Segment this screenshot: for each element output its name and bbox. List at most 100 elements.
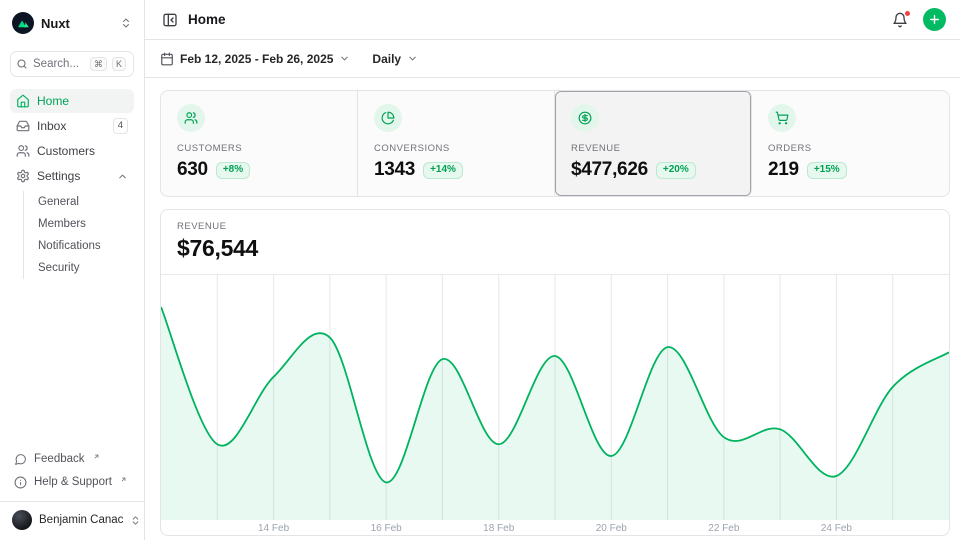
chevrons-up-down-icon [130,515,141,526]
sub-item-label: Notifications [38,240,101,252]
stat-card-revenue[interactable]: REVENUE $477,626 +20% [555,91,752,196]
notifications-button[interactable] [890,10,910,30]
chart-metric-label: REVENUE [177,221,933,232]
x-axis-tick: 20 Feb [596,523,627,534]
sidebar-item-label: Inbox [37,119,66,133]
stat-label: ORDERS [768,143,933,154]
avatar [12,510,32,530]
sidebar-item-inbox[interactable]: Inbox 4 [10,114,134,138]
x-axis-tick: 22 Feb [708,523,739,534]
kbd-key: K [112,57,126,72]
sidebar-item-notifications[interactable]: Notifications [24,235,134,257]
inbox-count-badge: 4 [113,118,128,133]
pie-chart-icon [374,104,402,132]
sidebar-item-customers[interactable]: Customers [10,139,134,163]
search-icon [16,58,28,70]
sidebar-footer: Feedback Help & Support Benjamin Canac [10,448,134,532]
sidebar-item-settings[interactable]: Settings [10,164,134,188]
kbd-meta: ⌘ [90,57,107,72]
stat-value: 1343 [374,159,415,181]
sidebar-item-members[interactable]: Members [24,213,134,235]
chevron-down-icon [339,53,350,64]
add-button[interactable] [923,8,946,31]
settings-submenu: General Members Notifications Security [23,191,134,279]
user-menu[interactable]: Benjamin Canac [0,501,144,532]
stat-delta-badge: +8% [216,162,250,179]
message-circle-icon [14,453,27,466]
stat-value: $477,626 [571,159,648,181]
chevrons-up-down-icon [120,17,132,29]
search-input-wrapper[interactable]: ⌘ K [10,51,134,77]
sub-item-label: General [38,196,79,208]
chevron-up-icon [117,171,128,182]
date-range-value: Feb 12, 2025 - Feb 26, 2025 [180,52,333,66]
chart-metric-total: $76,544 [177,235,933,262]
sidebar-item-label: Home [37,94,69,108]
x-axis-tick: 16 Feb [371,523,402,534]
users-icon [16,144,30,158]
top-bar: Home [145,0,960,40]
workspace-switcher[interactable]: Nuxt [10,10,134,36]
inbox-icon [16,119,30,133]
x-axis-tick: 14 Feb [258,523,289,534]
nuxt-logo-icon [12,12,34,34]
help-support-link[interactable]: Help & Support [10,471,134,493]
sidebar-item-general[interactable]: General [24,191,134,213]
sidebar-item-home[interactable]: Home [10,89,134,113]
sidebar: Nuxt ⌘ K Home Inbox 4 [0,0,145,540]
shopping-cart-icon [768,104,796,132]
stat-card-orders[interactable]: ORDERS 219 +15% [752,91,949,196]
search-input[interactable] [33,58,85,70]
sub-item-label: Members [38,218,86,230]
gear-icon [16,169,30,183]
calendar-icon [160,52,174,66]
notification-dot [904,10,911,17]
stat-value: 630 [177,159,208,181]
x-axis-tick: 18 Feb [483,523,514,534]
panel-left-close-icon [162,12,178,28]
period-select[interactable]: Daily [372,52,418,66]
stat-delta-badge: +20% [656,162,696,179]
dashboard-content: CUSTOMERS 630 +8% CONVERSIONS 1343 +14% [145,78,960,540]
stat-label: CONVERSIONS [374,143,538,154]
feedback-link[interactable]: Feedback [10,448,134,470]
sidebar-item-label: Customers [37,144,95,158]
sidebar-nav: Home Inbox 4 Customers Settings [10,89,134,279]
stat-label: REVENUE [571,143,735,154]
stat-delta-badge: +15% [807,162,847,179]
stat-card-conversions[interactable]: CONVERSIONS 1343 +14% [358,91,555,196]
external-link-icon [93,453,100,460]
workspace-name: Nuxt [41,16,70,31]
period-value: Daily [372,52,401,66]
info-circle-icon [14,476,27,489]
sidebar-collapse-button[interactable] [160,10,180,30]
sidebar-item-label: Settings [37,169,80,183]
plus-icon [928,13,941,26]
stats-row: CUSTOMERS 630 +8% CONVERSIONS 1343 +14% [160,90,950,197]
sub-item-label: Security [38,262,80,274]
page-title: Home [188,12,226,27]
chevron-down-icon [407,53,418,64]
top-bar-actions [890,8,946,31]
revenue-area-chart[interactable] [161,275,949,520]
x-axis-tick: 24 Feb [821,523,852,534]
home-icon [16,94,30,108]
main-area: Home Feb 12, 2025 - Feb 26, 2025 [145,0,960,540]
stat-label: CUSTOMERS [177,143,341,154]
circle-dollar-icon [571,104,599,132]
filter-toolbar: Feb 12, 2025 - Feb 26, 2025 Daily [145,40,960,78]
stat-card-customers[interactable]: CUSTOMERS 630 +8% [161,91,358,196]
sidebar-item-security[interactable]: Security [24,257,134,279]
revenue-chart-card: REVENUE $76,544 14 Feb 16 Feb 18 Feb 20 Feb… [160,209,950,536]
x-axis-labels: 14 Feb 16 Feb 18 Feb 20 Feb 22 Feb 24 Feb [161,520,949,535]
revenue-chart-svg [161,275,949,520]
users-icon [177,104,205,132]
stat-delta-badge: +14% [423,162,463,179]
chart-header: REVENUE $76,544 [161,210,949,275]
date-range-picker[interactable]: Feb 12, 2025 - Feb 26, 2025 [160,52,350,66]
footer-item-label: Feedback [34,453,85,465]
stat-value: 219 [768,159,799,181]
external-link-icon [120,476,127,483]
user-name: Benjamin Canac [39,514,123,526]
footer-item-label: Help & Support [34,476,112,488]
